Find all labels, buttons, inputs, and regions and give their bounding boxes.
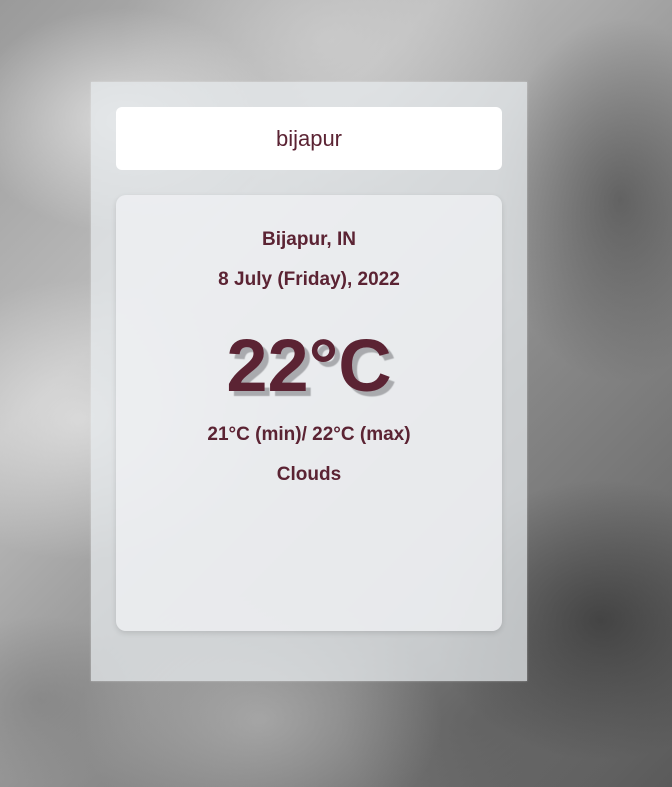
- glass-panel: Bijapur, IN 8 July (Friday), 2022 22°C 2…: [91, 82, 527, 681]
- weather-card: Bijapur, IN 8 July (Friday), 2022 22°C 2…: [116, 195, 502, 631]
- location-label: Bijapur, IN: [262, 229, 356, 250]
- date-label: 8 July (Friday), 2022: [218, 269, 400, 290]
- min-max-temperature: 21°C (min)/ 22°C (max): [207, 424, 411, 445]
- current-temperature: 22°C: [226, 324, 392, 407]
- weather-condition: Clouds: [276, 464, 342, 485]
- city-search-input[interactable]: [116, 107, 502, 170]
- weather-app-page: { "search": { "value": "bijapur", "place…: [0, 0, 672, 787]
